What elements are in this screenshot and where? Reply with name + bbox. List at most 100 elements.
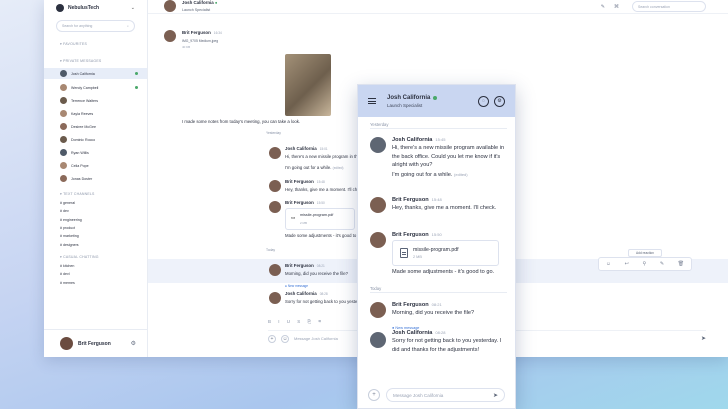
image-attachment[interactable] — [285, 54, 331, 116]
avatar — [269, 292, 281, 304]
avatar — [60, 162, 67, 169]
sidebar-item-terrence-walters[interactable]: Terrence Walters — [44, 95, 147, 106]
current-user-name: Brit Ferguson — [78, 340, 111, 347]
mobile-contact-role: Launch Specialist — [387, 102, 423, 108]
image-file-name: IMG_9705 Medium.jpeg — [182, 39, 219, 43]
channel-general[interactable]: # general — [44, 199, 147, 207]
avatar — [370, 332, 386, 348]
private-messages-section-title[interactable]: ▾ PRIVATE MESSAGES — [44, 46, 147, 63]
format-toolbar[interactable]: B I U S ⎘ ⌗ — [268, 319, 324, 324]
message-text: Made some adjustments - it's good to go. — [285, 233, 364, 238]
mobile-composer: + Message Josh California ➤ — [368, 386, 505, 404]
mobile-message-list: Yesterday Josh California 15:45 Hi, there… — [358, 117, 515, 377]
mobile-contact-name: Josh California — [387, 95, 473, 101]
workspace-switcher[interactable]: NebulusTech ⌄ — [44, 1, 147, 15]
add-icon[interactable]: + — [368, 389, 380, 401]
sidebar-item-wendy-campbell[interactable]: Wendy Campbell — [44, 82, 147, 93]
channel-marketing[interactable]: # marketing — [44, 232, 147, 240]
mobile-header: Josh California Launch Specialist ◌ ⚙ — [358, 85, 515, 117]
message-header: Josh California 15:01 — [285, 146, 328, 151]
sidebar-item-kayla-reeves[interactable]: Kayla Reeves — [44, 108, 147, 119]
avatar — [269, 147, 281, 159]
channel-designers[interactable]: # designers — [44, 240, 147, 248]
channel-devl[interactable]: # devl — [44, 270, 147, 278]
sidebar-item-josh-california[interactable]: Josh California — [44, 68, 147, 79]
user-role: Launch Specialist — [182, 8, 211, 12]
avatar — [269, 201, 281, 213]
avatar — [164, 0, 176, 12]
add-icon[interactable]: + — [268, 334, 276, 343]
avatar — [370, 137, 386, 153]
send-icon[interactable]: ➤ — [493, 392, 498, 399]
send-icon[interactable]: ➤ — [701, 335, 706, 342]
gear-icon[interactable]: ⚙ — [494, 95, 505, 107]
message-header: Brit Ferguson 15:48 — [285, 179, 325, 184]
mobile-message: ● New message Josh California 08:28 Sorry… — [370, 326, 507, 354]
channel-engineering[interactable]: # engineering — [44, 216, 147, 224]
day-divider: Today — [370, 286, 382, 291]
emoji-icon[interactable]: ☺ — [281, 334, 289, 343]
conversation-search[interactable]: Search conversation — [632, 1, 706, 12]
trash-icon[interactable]: 🗑 — [678, 261, 684, 267]
attachment-icon[interactable]: ⌘ — [614, 4, 619, 10]
day-divider: Yesterday — [266, 131, 281, 135]
mobile-message: Josh California 15:45 Hi, there's a new m… — [370, 137, 507, 179]
sidebar-item-jonas-doster[interactable]: Jonas Doster — [44, 173, 147, 184]
avatar — [60, 123, 67, 130]
casual-chatting-section-title[interactable]: ▾ CASUAL CHATTING — [44, 249, 147, 259]
file-icon — [400, 248, 408, 258]
sidebar-item-dominic-rocco[interactable]: Dominic Rocco — [44, 134, 147, 145]
sidebar-search[interactable]: Search for anything ⌕ — [56, 20, 135, 32]
message-header: Brit Ferguson 08:21 — [285, 263, 325, 268]
online-dot — [135, 86, 138, 89]
reply-icon[interactable]: ↩ — [625, 261, 629, 267]
sidebar-item-desiree-mcgee[interactable]: Desiree McGee — [44, 121, 147, 132]
search-icon: ⌕ — [127, 24, 129, 28]
menu-icon[interactable] — [368, 98, 376, 104]
day-divider: Today — [266, 248, 276, 252]
file-icon: ▭ — [291, 215, 296, 220]
emoji-icon[interactable]: ☺ — [606, 261, 611, 267]
mobile-message-input[interactable]: Message Josh California ➤ — [386, 388, 505, 402]
text-channels-section-title[interactable]: ▾ TEXT CHANNELS — [44, 184, 147, 196]
channel-dev[interactable]: # dev — [44, 207, 147, 215]
avatar — [60, 84, 67, 91]
message-text: I made some notes from today's meeting, … — [182, 119, 301, 124]
sidebar-search-placeholder: Search for anything — [62, 24, 93, 28]
file-attachment[interactable]: missile-program.pdf 2 MB — [392, 240, 499, 266]
pin-icon[interactable]: ✎ — [601, 4, 605, 10]
file-attachment[interactable]: ▭ missile-program.pdf 2 MB — [285, 208, 355, 230]
online-dot — [135, 72, 138, 75]
avatar — [370, 302, 386, 318]
message-header: Josh California ● — [182, 0, 218, 5]
edit-icon[interactable]: ✎ — [660, 261, 664, 267]
workspace-logo — [56, 4, 64, 12]
divider — [370, 128, 507, 129]
message-actions-bar: ☺ ↩ ⚲ ✎ 🗑 — [598, 257, 692, 271]
day-divider: Yesterday — [370, 122, 389, 127]
message-header: Brit Ferguson 15:50 — [285, 200, 325, 205]
pin-icon[interactable]: ⚲ — [643, 261, 647, 267]
sidebar-item-celia-pope[interactable]: Celia Pope — [44, 160, 147, 171]
avatar — [370, 197, 386, 213]
favourites-section-title[interactable]: ▾ FAVOURITES — [44, 32, 147, 46]
channel-product[interactable]: # product — [44, 224, 147, 232]
divider — [370, 292, 507, 293]
avatar — [60, 136, 67, 143]
current-user[interactable]: Brit Ferguson ⚙ — [44, 329, 148, 357]
sidebar-item-ryan-willis[interactable]: Ryan Willis — [44, 147, 147, 158]
avatar — [370, 232, 386, 248]
avatar — [60, 337, 73, 350]
chevron-down-icon: ⌄ — [130, 5, 135, 11]
channel-kitchen[interactable]: # kitchen — [44, 262, 147, 270]
message-header: Brit Ferguson 16:34 — [182, 30, 222, 35]
chat-icon[interactable]: ◌ — [478, 95, 489, 107]
conversation-header: ✎ ⌘ Search conversation — [148, 0, 728, 14]
avatar — [60, 110, 67, 117]
channel-memes[interactable]: # memes — [44, 278, 147, 286]
add-reaction-tooltip: Add reaction — [628, 249, 662, 257]
mobile-message: Brit Ferguson 08:21 Morning, did you rece… — [370, 302, 507, 318]
message-text: Morning, did you receive the file? — [285, 271, 349, 276]
avatar — [60, 175, 67, 182]
gear-icon[interactable]: ⚙ — [131, 340, 136, 347]
